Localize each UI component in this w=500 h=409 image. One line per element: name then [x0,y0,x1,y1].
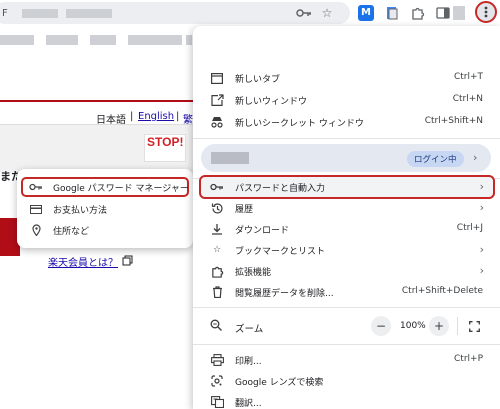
address-text: F [2,8,8,19]
shortcut-text: Ctrl+P [454,354,483,364]
shortcut-text: Ctrl+N [452,94,483,104]
zoom-value: 100% [400,321,426,331]
blurred-bookmark[interactable] [90,35,116,45]
kebab-icon [484,6,488,18]
menu-item-clear-data[interactable]: 閲覧履歴データを削除... Ctrl+Shift+Delete [193,281,500,303]
menu-label: ブックマークとリスト [235,247,326,257]
chevron-right-icon: › [473,151,478,164]
chevron-right-icon: › [479,264,484,277]
fullscreen-icon[interactable] [466,318,483,335]
menu-label: 拡張機能 [235,268,272,278]
shortcut-text: Ctrl+Shift+N [424,116,483,126]
chevron-right-icon: › [479,201,484,214]
submenu-item-addresses[interactable]: 住所など [17,219,193,241]
translate-icon [210,395,224,409]
language-english-link[interactable]: English [138,111,174,122]
blurred-url [22,9,58,18]
extension-m-icon[interactable]: M [358,5,374,21]
menu-item-bookmarks[interactable]: ☆ ブックマークとリスト › [193,239,500,261]
stop-logo: STOP! [147,135,184,149]
menu-label: Google レンズで検索 [235,378,324,388]
extensions-puzzle-icon[interactable] [410,5,426,21]
profile-avatar[interactable] [453,6,465,20]
passwords-submenu: Google パスワード マネージャー お支払い方法 住所など [17,169,193,248]
password-key-icon[interactable] [296,5,312,21]
menu-label: 新しいタブ [235,75,281,85]
menu-divider [193,307,500,308]
menu-label: 新しいシークレット ウィンドウ [235,119,364,129]
key-icon [29,180,43,194]
menu-label: パスワードと自動入力 [235,184,326,194]
extension-doc-icon[interactable] [384,5,400,21]
shortcut-text: Ctrl+J [456,223,483,233]
submenu-item-password-manager[interactable]: Google パスワード マネージャー [17,176,193,198]
credit-card-icon [29,202,43,216]
language-separator: | [130,111,134,122]
menu-label: 新しいウィンドウ [235,97,308,107]
download-icon [210,222,224,236]
submenu-item-payment[interactable]: お支払い方法 [17,198,193,220]
history-icon [210,201,224,215]
stop-banner-image[interactable]: STOP! [144,134,186,162]
blurred-bookmark[interactable] [128,35,182,45]
member-info-link[interactable]: 楽天会員とは？ [48,254,118,269]
shortcut-text: Ctrl+T [453,72,483,82]
side-panel-icon[interactable] [435,5,451,21]
menu-item-incognito[interactable]: 新しいシークレット ウィンドウ Ctrl+Shift+N [193,111,500,133]
printer-icon [210,353,224,367]
menu-label: 印刷... [235,357,262,367]
trash-icon [210,285,224,299]
menu-item-print[interactable]: 印刷... Ctrl+P [193,349,500,371]
menu-item-translate[interactable]: 翻訳... [193,391,500,409]
shortcut-text: Ctrl+Shift+Delete [401,286,483,296]
language-separator: | [176,111,180,122]
browser-toolbar: F ☆ M [0,0,500,26]
chrome-main-menu: 新しいタブ Ctrl+T 新しいウィンドウ Ctrl+N 新しいシークレット ウ… [193,26,500,409]
zoom-magnifier-icon [210,319,222,331]
blurred-bookmark[interactable] [0,35,34,45]
menu-item-profile[interactable]: ログイン中 › [201,144,491,172]
submenu-item-label: お支払い方法 [53,205,108,216]
zoom-out-button[interactable]: − [371,316,391,336]
chrome-menu-button[interactable] [475,1,497,23]
chevron-right-icon: › [479,243,484,256]
menu-item-new-tab[interactable]: 新しいタブ Ctrl+T [193,67,500,89]
menu-item-passwords-autofill[interactable]: パスワードと自動入力 › [193,176,500,198]
menu-divider [193,138,500,139]
menu-divider [193,344,500,345]
incognito-icon [210,115,224,129]
login-status-badge: ログイン中 [407,151,464,167]
menu-label: 閲覧履歴データを削除... [235,289,334,299]
new-window-icon [210,93,224,107]
menu-item-google-lens[interactable]: Google レンズで検索 [193,370,500,392]
puzzle-icon [210,264,224,278]
chevron-right-icon: › [479,180,484,193]
menu-label: ダウンロード [235,226,290,236]
menu-item-extensions[interactable]: 拡張機能 › [193,260,500,282]
menu-label: 翻訳... [235,399,262,409]
star-icon: ☆ [212,245,222,255]
new-tab-icon [210,71,224,85]
menu-item-history[interactable]: 履歴 › [193,197,500,219]
location-pin-icon [29,223,43,237]
key-icon [210,180,224,194]
menu-item-new-window[interactable]: 新しいウィンドウ Ctrl+N [193,89,500,111]
menu-item-downloads[interactable]: ダウンロード Ctrl+J [193,218,500,240]
blurred-url [66,9,112,18]
zoom-divider [457,317,458,335]
page-header-line [0,100,195,102]
menu-label: 履歴 [235,205,254,215]
blurred-bookmark[interactable] [46,35,78,45]
bookmark-star-icon[interactable]: ☆ [319,5,335,21]
external-copy-icon [122,255,133,266]
lens-icon [210,374,224,388]
blurred-bookmark[interactable] [186,35,192,45]
zoom-in-button[interactable]: + [429,316,449,336]
menu-item-zoom: ズーム − 100% + [193,313,500,339]
submenu-item-label: 住所など [53,226,90,237]
profile-name-blurred [211,152,249,164]
zoom-label: ズーム [235,324,264,335]
submenu-item-label: Google パスワード マネージャー [53,183,189,194]
